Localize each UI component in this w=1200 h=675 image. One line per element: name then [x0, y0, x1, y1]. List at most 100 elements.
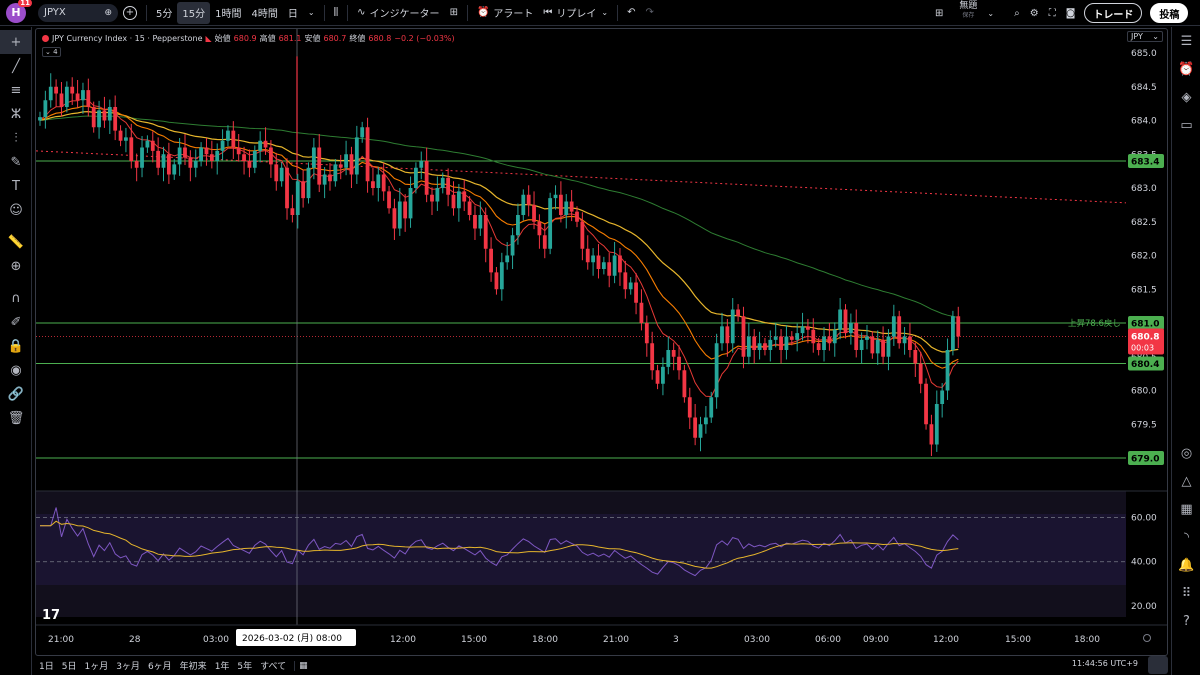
signals-button[interactable]: ◎ — [1172, 439, 1200, 467]
fullscreen-button[interactable]: ⛶ — [1044, 2, 1061, 24]
add-symbol-button[interactable]: + — [118, 2, 142, 24]
trendline-tool[interactable]: ╱ — [0, 54, 32, 78]
range-1m[interactable]: 1ヶ月 — [80, 659, 112, 672]
candle-body — [800, 326, 805, 334]
topbar-right-group: ⊞ 無題 保存 ⌄ ⌕ ⚙ ⛶ ◙ トレード 投稿 — [930, 2, 1189, 24]
object-tree-button[interactable]: ◈ — [1172, 83, 1200, 111]
candle-body — [843, 309, 848, 334]
price-axis-label: 680.0 — [1131, 387, 1157, 397]
chart-pane[interactable]: 685.0684.5684.0683.5683.0682.5682.0681.5… — [35, 28, 1168, 656]
lock-tool[interactable]: 🔒 — [0, 334, 32, 358]
range-5y[interactable]: 5年 — [233, 659, 256, 672]
templates-button[interactable]: ⊞ — [445, 2, 463, 24]
price-axis-label: 682.5 — [1131, 218, 1157, 228]
layout-button[interactable]: ⊞ — [930, 2, 948, 24]
candle-body — [231, 130, 236, 148]
alert-button[interactable]: ⏰ アラート — [472, 2, 538, 24]
candle-body — [870, 336, 875, 354]
replay-button[interactable]: ⏮ リプレイ ⌄ — [538, 2, 613, 24]
range-3m[interactable]: 3ヶ月 — [112, 659, 144, 672]
interval-1h[interactable]: 1時間 — [210, 2, 246, 24]
publish-button[interactable]: 投稿 — [1150, 3, 1189, 23]
price-axis-label: 683.0 — [1131, 184, 1157, 194]
symbol-search[interactable]: JPYX ⊕ — [38, 3, 118, 22]
range-1y[interactable]: 1年 — [211, 659, 234, 672]
emoji-tool[interactable]: ☺ — [0, 198, 32, 222]
remove-tool[interactable]: 🗑 — [0, 406, 32, 430]
calendar-button[interactable]: ▦ — [1172, 495, 1200, 523]
zoom-tool[interactable]: ⊕ — [0, 254, 32, 278]
clock[interactable]: 11:44:56 UTC+9 — [1072, 659, 1138, 668]
search-icon: ⌕ — [1014, 7, 1020, 19]
ideas-button[interactable]: △ — [1172, 467, 1200, 495]
pattern-tool[interactable]: ⵣ — [0, 102, 32, 126]
time-axis-label: 28 — [129, 635, 141, 645]
candle-body — [564, 201, 569, 215]
chat-button[interactable]: ▭ — [1172, 111, 1200, 139]
divider — [617, 4, 619, 21]
range-6m[interactable]: 6ヶ月 — [144, 659, 176, 672]
layout-dropdown[interactable]: ⌄ — [982, 2, 999, 24]
ideas-icon: △ — [1181, 473, 1192, 489]
right-sidebar: ☰ ⏰ ◈ ▭ ◎ △ ▦ ◝ 🔔 ⠿ ? — [1171, 27, 1200, 675]
interval-dropdown[interactable]: ⌄ — [303, 2, 320, 24]
trade-button[interactable]: トレード — [1084, 3, 1143, 23]
brush-tool[interactable]: ✎ — [0, 150, 32, 174]
magnet-tool[interactable]: ∩ — [0, 286, 32, 310]
candle-body — [473, 215, 477, 229]
low-label: 安値 — [304, 34, 321, 43]
price-axis-label: 684.5 — [1131, 83, 1157, 93]
interval-15m[interactable]: 15分 — [177, 1, 211, 24]
candle-body — [129, 137, 134, 161]
notifications-button[interactable]: 🔔 — [1172, 551, 1200, 579]
chevron-down-icon: ⌄ — [601, 8, 609, 17]
fib-tool[interactable]: ≡ — [0, 78, 32, 102]
crosshair-tool[interactable]: + — [0, 30, 32, 54]
redo-button[interactable]: ↷ — [641, 2, 659, 24]
interval-5m[interactable]: 5分 — [151, 2, 177, 24]
watchlist-button[interactable]: ☰ — [1172, 27, 1200, 55]
currency-selector[interactable]: JPY ⌄ — [1127, 31, 1163, 42]
compare-icon[interactable]: ⊕ — [104, 8, 112, 18]
measure-tool[interactable]: 📏 — [0, 230, 32, 254]
range-all[interactable]: すべて — [256, 659, 290, 672]
snapshot-button[interactable]: ◙ — [1061, 2, 1081, 24]
help-button[interactable]: ? — [1172, 607, 1200, 635]
more-apps-button[interactable]: ⠿ — [1172, 579, 1200, 607]
rsi-band — [36, 514, 1126, 585]
layout-name-button[interactable]: 無題 保存 — [954, 2, 982, 24]
range-ytd[interactable]: 年初来 — [176, 659, 211, 672]
indicators-collapse-button[interactable]: ⌄ 4 — [42, 47, 61, 57]
profile-avatar[interactable]: H 11 — [6, 0, 32, 23]
quick-search-button[interactable]: ⌕ — [1009, 2, 1025, 24]
interval-4h[interactable]: 4時間 — [246, 2, 282, 24]
chart-canvas[interactable]: 685.0684.5684.0683.5683.0682.5682.0681.5… — [36, 29, 1168, 656]
indicators-button[interactable]: ∿ インジケーター — [352, 2, 444, 24]
settings-button[interactable]: ⚙ — [1025, 2, 1044, 24]
candle-body — [693, 417, 698, 438]
rsi-axis-label: 20.00 — [1131, 602, 1157, 612]
divider — [146, 4, 147, 21]
price-axis-label: 685.0 — [1131, 49, 1157, 59]
candle-body — [698, 424, 703, 438]
link-tool[interactable]: 🔗 — [0, 382, 32, 406]
time-axis-label: 09:00 — [863, 635, 889, 645]
candle-body — [435, 188, 440, 202]
goto-date-button[interactable]: ▦ — [294, 660, 312, 671]
stay-drawing-tool[interactable]: ✐ — [0, 310, 32, 334]
candle-body — [408, 188, 413, 219]
range-5d[interactable]: 5日 — [58, 659, 81, 672]
candle-body — [263, 140, 268, 148]
chart-settings-button[interactable] — [1148, 656, 1168, 674]
interval-1d[interactable]: 日 — [283, 2, 303, 24]
chart-type-button[interactable]: ⫼ — [329, 2, 344, 24]
calendar-icon: ▦ — [1180, 501, 1193, 517]
undo-button[interactable]: ↶ — [622, 2, 640, 24]
range-1d[interactable]: 1日 — [35, 659, 58, 672]
text-tool[interactable]: T — [0, 174, 32, 198]
candle-body — [897, 316, 902, 344]
hide-tool[interactable]: ◉ — [0, 358, 32, 382]
news-button[interactable]: ◝ — [1172, 523, 1200, 551]
alerts-panel-button[interactable]: ⏰ — [1172, 55, 1200, 83]
forecast-tool[interactable]: ⫶ — [0, 126, 32, 150]
